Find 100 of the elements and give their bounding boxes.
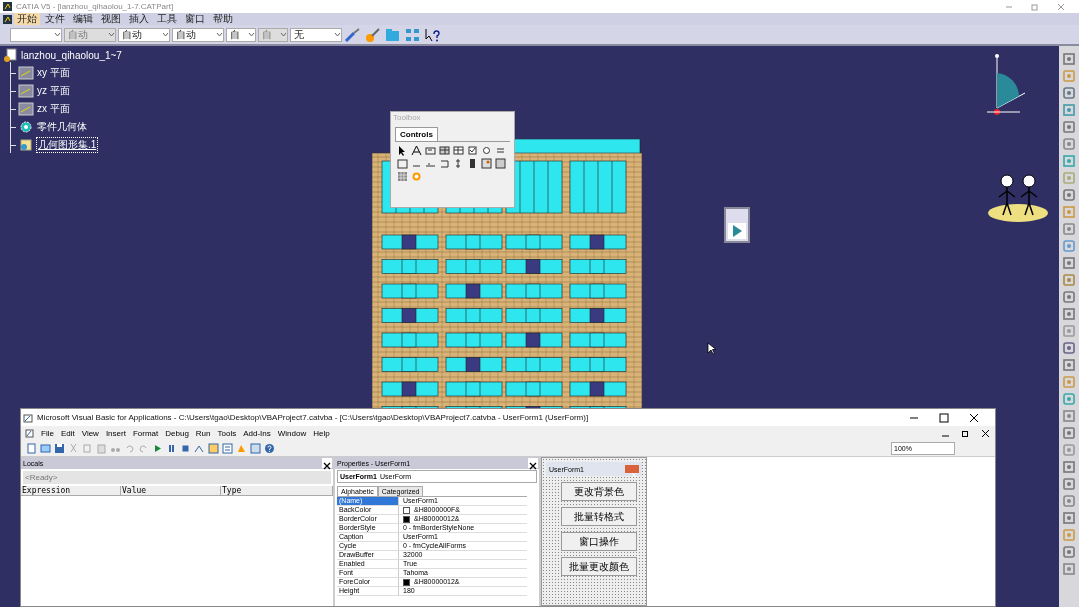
- menu-item[interactable]: 文件: [42, 13, 68, 25]
- tool-icon[interactable]: [1062, 239, 1076, 253]
- form-button[interactable]: 更改背景色: [561, 482, 637, 501]
- form-button[interactable]: 批量更改颜色: [561, 557, 637, 576]
- maximize-icon[interactable]: [939, 412, 949, 423]
- app-logo-icon[interactable]: [25, 428, 34, 438]
- tool-icon[interactable]: [1062, 188, 1076, 202]
- menu-item[interactable]: 插入: [126, 13, 152, 25]
- image-icon[interactable]: [481, 158, 492, 169]
- paintbrush-icon[interactable]: [344, 26, 362, 43]
- tree-item[interactable]: xy 平面: [36, 66, 71, 80]
- menu-item[interactable]: 窗口: [182, 13, 208, 25]
- tool-icon[interactable]: [1062, 494, 1076, 508]
- tool-icon[interactable]: [1062, 205, 1076, 219]
- menu-item[interactable]: Window: [277, 428, 307, 438]
- menu-item[interactable]: 帮助: [210, 13, 236, 25]
- tree-item[interactable]: zx 平面: [36, 102, 71, 116]
- close-button[interactable]: [528, 458, 538, 468]
- tool-icon[interactable]: [1062, 154, 1076, 168]
- letter-a-icon[interactable]: [411, 145, 422, 156]
- app-logo-icon[interactable]: [3, 14, 12, 24]
- part-icon[interactable]: [2, 48, 18, 62]
- tool-icon[interactable]: [1062, 120, 1076, 134]
- dropdown[interactable]: 自动: [118, 27, 170, 42]
- tool-icon[interactable]: [1062, 307, 1076, 321]
- close-icon[interactable]: [969, 412, 979, 423]
- tool-icon[interactable]: [1062, 562, 1076, 576]
- pause-icon[interactable]: [166, 442, 177, 454]
- form-icon[interactable]: [40, 442, 51, 454]
- tool-icon[interactable]: [1062, 137, 1076, 151]
- menu-item[interactable]: Help: [313, 428, 330, 438]
- tool-icon[interactable]: [1062, 409, 1076, 423]
- help-icon[interactable]: [264, 442, 275, 454]
- tool-icon[interactable]: [1062, 528, 1076, 542]
- tree-item[interactable]: lanzhou_qihaolou_1~7: [20, 49, 123, 61]
- save-icon[interactable]: [54, 442, 65, 454]
- menu-item[interactable]: View: [81, 428, 99, 438]
- dropdown[interactable]: 自动: [172, 27, 224, 42]
- menu-item[interactable]: 视图: [98, 13, 124, 25]
- menu-item[interactable]: File: [41, 428, 54, 438]
- tool-icon[interactable]: [1062, 477, 1076, 491]
- dropdown[interactable]: 自: [226, 27, 256, 42]
- plane-icon[interactable]: [18, 84, 34, 98]
- tool-icon[interactable]: [1062, 426, 1076, 440]
- combobox-icon[interactable]: [439, 145, 450, 156]
- tool-icon[interactable]: [1062, 290, 1076, 304]
- tool-icon[interactable]: [1062, 222, 1076, 236]
- run-icon[interactable]: [152, 442, 163, 454]
- tool-icon[interactable]: [1062, 545, 1076, 559]
- menu-item[interactable]: 开始: [14, 13, 40, 25]
- tool-icon[interactable]: [1062, 171, 1076, 185]
- menu-item[interactable]: Tools: [217, 428, 237, 438]
- tool-icon[interactable]: [1062, 86, 1076, 100]
- folder-icon[interactable]: [384, 26, 402, 43]
- menu-item[interactable]: Debug: [165, 428, 189, 438]
- tool-icon[interactable]: [1062, 460, 1076, 474]
- tool-icon[interactable]: [1062, 392, 1076, 406]
- copy-icon[interactable]: [82, 442, 93, 454]
- wand-icon[interactable]: [364, 26, 382, 43]
- frame-icon[interactable]: [397, 158, 408, 169]
- radio-icon[interactable]: [481, 145, 492, 156]
- restore-icon[interactable]: [962, 429, 969, 437]
- tool-icon[interactable]: [1062, 443, 1076, 457]
- listbox-icon[interactable]: [453, 145, 464, 156]
- tool-icon[interactable]: [1062, 103, 1076, 117]
- tool-icon[interactable]: [1062, 324, 1076, 338]
- grid-icon[interactable]: [397, 171, 408, 182]
- form-button[interactable]: 窗口操作: [561, 532, 637, 551]
- properties-icon[interactable]: [222, 442, 233, 454]
- menu-item[interactable]: Format: [132, 428, 159, 438]
- paste-icon[interactable]: [96, 442, 107, 454]
- undo-icon[interactable]: [124, 442, 135, 454]
- dropdown[interactable]: 无: [290, 27, 342, 42]
- tool-icon[interactable]: [1062, 69, 1076, 83]
- geometry-set-icon[interactable]: [18, 138, 34, 152]
- tool-icon[interactable]: [1062, 273, 1076, 287]
- menu-item[interactable]: Edit: [60, 428, 75, 438]
- menu-item[interactable]: 工具: [154, 13, 180, 25]
- document-icon[interactable]: [26, 442, 37, 454]
- checkbox-icon[interactable]: [467, 145, 478, 156]
- tool-icon[interactable]: [1062, 511, 1076, 525]
- play-button[interactable]: [724, 207, 750, 243]
- tool-icon[interactable]: [1062, 341, 1076, 355]
- tool-icon[interactable]: [1062, 358, 1076, 372]
- tab[interactable]: Controls: [395, 127, 438, 141]
- redo-icon[interactable]: [138, 442, 149, 454]
- textbox-icon[interactable]: [425, 145, 436, 156]
- tool-icon[interactable]: [1062, 256, 1076, 270]
- help-icon[interactable]: [424, 26, 442, 43]
- menu-item[interactable]: Insert: [105, 428, 126, 438]
- close-icon[interactable]: [982, 429, 989, 437]
- menu-item[interactable]: 编辑: [70, 13, 96, 25]
- tool-icon[interactable]: [1062, 52, 1076, 66]
- pointer-icon[interactable]: [397, 145, 408, 156]
- gear-icon[interactable]: [18, 120, 34, 134]
- tree-item[interactable]: 几何图形集.1: [36, 137, 99, 153]
- tree-item[interactable]: yz 平面: [36, 84, 71, 98]
- tool-icon[interactable]: [1062, 375, 1076, 389]
- menu-item[interactable]: Add-Ins: [243, 428, 271, 438]
- form-button[interactable]: 批量转格式: [561, 507, 637, 526]
